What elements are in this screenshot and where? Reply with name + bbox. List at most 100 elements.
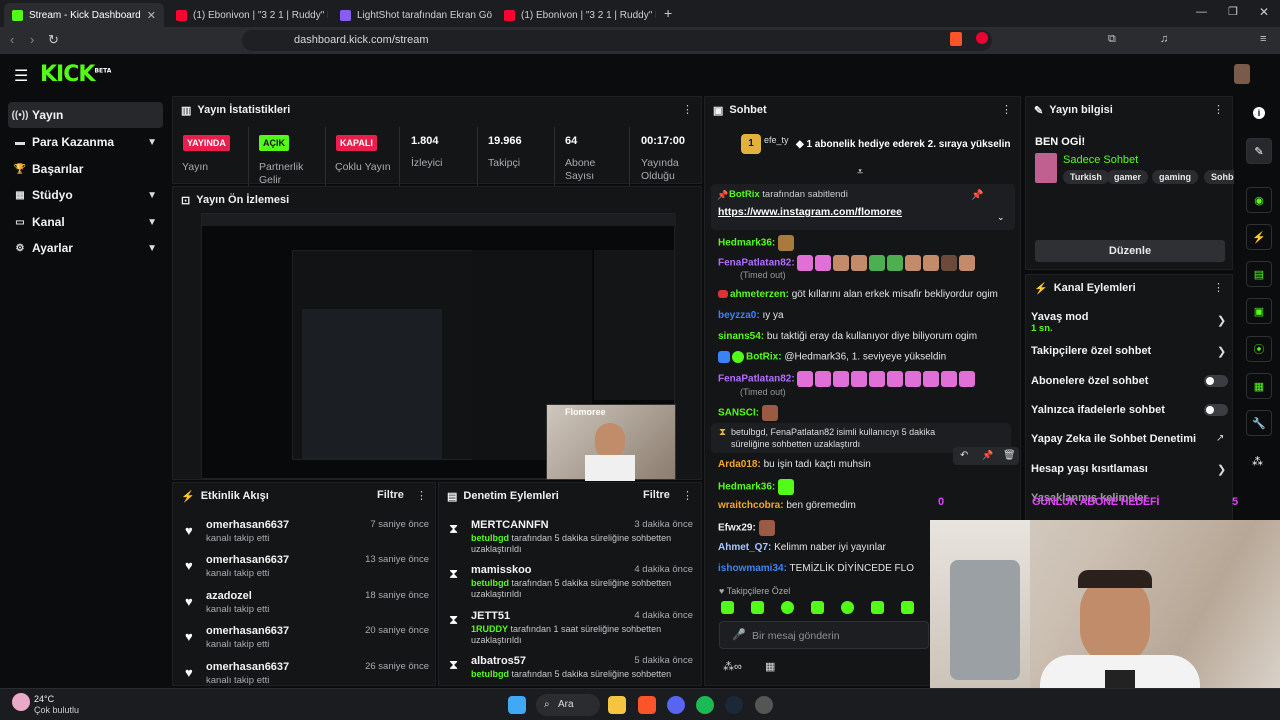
broadcast-rail-button[interactable]: ⦿ xyxy=(1246,336,1272,362)
sidebar-item-studyo[interactable]: ▦ Stüdyo ▼ xyxy=(8,182,163,208)
chat-rail-button[interactable]: ▣ xyxy=(1246,298,1272,324)
activity-user[interactable]: omerhasan6637 xyxy=(206,625,289,637)
kebab-menu-icon[interactable]: ⋮ xyxy=(682,103,693,116)
chat-user[interactable]: sinans54: xyxy=(718,331,764,342)
filter-button[interactable]: Filtre xyxy=(377,489,404,501)
community-icon[interactable]: ⁂∞ xyxy=(723,660,742,673)
chat-user[interactable]: Efwx29: xyxy=(718,523,756,534)
wrench-rail-button[interactable]: 🔧 xyxy=(1246,410,1272,436)
minimize-icon[interactable]: — xyxy=(1196,6,1207,18)
kebab-menu-icon[interactable]: ⋮ xyxy=(416,489,427,502)
tag-chip[interactable]: Sohbet xyxy=(1204,170,1234,184)
preview-video[interactable]: Flomoree xyxy=(201,213,676,481)
slow-mode-label[interactable]: Yavaş mod xyxy=(1031,311,1088,323)
emote-icon[interactable] xyxy=(721,601,734,614)
sidebar-item-kanal[interactable]: ▭ Kanal ▼ xyxy=(8,209,163,235)
obs-icon[interactable] xyxy=(755,696,773,714)
chevron-down-icon[interactable]: ⌄ xyxy=(997,212,1005,223)
tag-chip[interactable]: gaming xyxy=(1152,170,1199,184)
emote-icon[interactable] xyxy=(811,601,824,614)
music-icon[interactable]: ♫ xyxy=(1160,33,1168,45)
browser-tab[interactable]: Stream - Kick Dashboard ✕ xyxy=(4,3,164,27)
moderator-name[interactable]: betulbgd xyxy=(471,578,509,588)
chat-user[interactable]: ahmeterzen: xyxy=(730,289,789,300)
close-tab-icon[interactable]: ✕ xyxy=(147,9,156,22)
reload-icon[interactable]: ↻ xyxy=(48,32,59,48)
maximize-icon[interactable]: ❐ xyxy=(1228,5,1238,18)
steam-icon[interactable] xyxy=(725,696,743,714)
moderator-name[interactable]: betulbgd xyxy=(471,533,509,543)
moderator-name[interactable]: betulbgd xyxy=(471,669,509,679)
menu-icon[interactable]: ≡ xyxy=(1260,33,1266,45)
chat-user[interactable]: FenaPatlatan82: xyxy=(718,374,795,385)
tag-chip[interactable]: gamer xyxy=(1107,170,1149,184)
activity-user[interactable]: omerhasan6637 xyxy=(206,554,289,566)
community-rail-icon[interactable]: ⁂ xyxy=(1252,455,1263,468)
sidebar-item-yayin[interactable]: ((•)) Yayın xyxy=(8,102,163,128)
ai-mod-label[interactable]: Yapay Zeka ile Sohbet Denetimi xyxy=(1031,433,1196,445)
kebab-menu-icon[interactable]: ⋮ xyxy=(682,489,693,502)
sub-chat-toggle[interactable] xyxy=(1204,375,1228,387)
kick-logo[interactable]: KICKBETA xyxy=(40,62,111,87)
edit-rail-button[interactable]: ✎ xyxy=(1246,138,1272,164)
pinned-by-user[interactable]: BotRix xyxy=(729,189,760,200)
pinned-link[interactable]: https://www.instagram.com/flomoree xyxy=(718,206,902,218)
browser-tab[interactable]: (1) Ebonivon | "3 2 1 | Ruddy" İzliyor xyxy=(168,3,328,27)
sidebar-item-basarilar[interactable]: 🏆 Başarılar xyxy=(8,156,163,182)
back-icon[interactable]: ‹ xyxy=(10,32,14,47)
chevron-right-icon[interactable]: ❯ xyxy=(1217,345,1226,358)
chat-user[interactable]: ishowmami34: xyxy=(718,563,787,574)
activity-user[interactable]: omerhasan6637 xyxy=(206,519,289,531)
activity-user[interactable]: azadozel xyxy=(206,590,252,602)
mod-target-user[interactable]: JETT51 xyxy=(471,610,510,622)
info-icon[interactable]: i xyxy=(1253,107,1265,119)
emote-icon[interactable] xyxy=(751,601,764,614)
chevron-right-icon[interactable]: ❯ xyxy=(1217,463,1226,476)
edit-button[interactable]: Düzenle xyxy=(1035,240,1225,262)
browser-tab[interactable]: LightShot tarafından Ekran Görüntüsü xyxy=(332,3,492,27)
chat-user[interactable]: Ahmet_Q7: xyxy=(718,542,771,553)
chat-user[interactable]: Hedmark36: xyxy=(718,482,775,493)
emote-icon[interactable] xyxy=(841,601,854,614)
moderator-name[interactable]: 1RUDDY xyxy=(471,624,508,634)
kebab-menu-icon[interactable]: ⋮ xyxy=(1213,103,1224,116)
mod-target-user[interactable]: albatros57 xyxy=(471,655,526,667)
brave-shield-icon[interactable] xyxy=(950,32,962,46)
trash-icon[interactable]: 🗑 xyxy=(1003,450,1016,461)
mic-icon[interactable]: 🎤 xyxy=(732,628,746,641)
brave-browser-icon[interactable] xyxy=(638,696,656,714)
clipboard-rail-button[interactable]: ▤ xyxy=(1246,261,1272,287)
chat-user[interactable]: FenaPatlatan82: xyxy=(718,258,795,269)
gift-user[interactable]: efe_ty xyxy=(764,135,789,145)
layout-rail-button[interactable]: ▦ xyxy=(1246,373,1272,399)
mod-target-user[interactable]: mamisskoo xyxy=(471,564,532,576)
windows-start-icon[interactable] xyxy=(508,696,526,714)
store-icon[interactable]: ▦ xyxy=(765,660,775,673)
rewards-icon[interactable] xyxy=(976,32,988,44)
discord-icon[interactable] xyxy=(667,696,685,714)
chat-user[interactable]: Hedmark36: xyxy=(718,238,775,249)
category-thumbnail[interactable] xyxy=(1035,153,1057,183)
tag-chip[interactable]: Turkish xyxy=(1063,170,1109,184)
emote-icon[interactable] xyxy=(781,601,794,614)
chat-user[interactable]: Arda018: xyxy=(718,459,761,470)
sidebar-item-ayarlar[interactable]: ⚙ Ayarlar ▼ xyxy=(8,235,163,261)
new-tab-icon[interactable]: + xyxy=(664,5,672,21)
url-bar[interactable]: dashboard.kick.com/stream xyxy=(242,30,992,51)
chat-user[interactable]: BotRix: xyxy=(746,352,782,363)
kebab-menu-icon[interactable]: ⋮ xyxy=(1001,103,1012,116)
hamburger-menu-icon[interactable]: ☰ xyxy=(14,66,28,86)
pin-action-icon[interactable]: 📌 xyxy=(971,190,983,201)
sidebar-item-para-kazanma[interactable]: ▬ Para Kazanma ▼ xyxy=(8,129,163,155)
lightning-rail-button[interactable]: ⚡ xyxy=(1246,224,1272,250)
chat-user[interactable]: SANSCI: xyxy=(718,408,759,419)
kebab-menu-icon[interactable]: ⋮ xyxy=(1213,281,1224,294)
emote-icon[interactable] xyxy=(901,601,914,614)
emote-chat-toggle[interactable] xyxy=(1204,404,1228,416)
chevron-right-icon[interactable]: ❯ xyxy=(1217,314,1226,327)
mod-target-user[interactable]: MERTCANNFN xyxy=(471,519,549,531)
category-name[interactable]: Sadece Sohbet xyxy=(1063,154,1138,166)
chat-user[interactable]: beyzza0: xyxy=(718,310,760,321)
forward-icon[interactable]: › xyxy=(30,32,34,47)
undo-icon[interactable]: ↶ xyxy=(960,450,968,461)
